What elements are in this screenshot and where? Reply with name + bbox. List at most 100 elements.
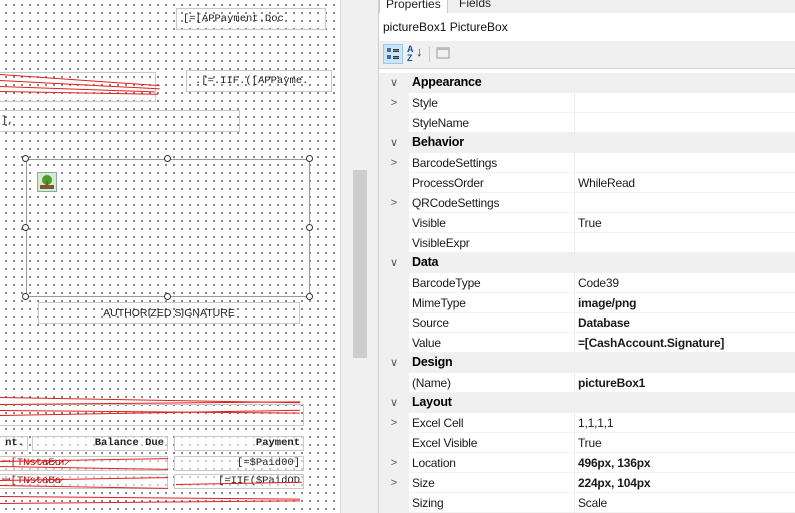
row-gutter [379,213,409,233]
property-row-style[interactable]: > Style [379,93,795,113]
alphabetical-icon[interactable]: A Z ↓ [405,44,425,64]
category-design[interactable]: ∨ Design [379,353,795,373]
column-separator [574,193,575,213]
properties-toolbar: A Z ↓ [379,41,795,69]
property-row-stylename[interactable]: StyleName [379,113,795,133]
expand-chevron-icon[interactable]: > [387,155,401,171]
column-separator [574,233,575,253]
column-separator [574,453,575,473]
iif-expression-textbox[interactable]: .[=.IIF.([APPayme. [186,70,332,92]
property-name: Excel Cell [412,416,464,430]
resize-handle-br[interactable] [306,293,313,300]
property-row-name[interactable]: (Name) pictureBox1 [379,373,795,393]
property-name: Excel Visible [412,436,478,450]
column-separator [574,373,575,393]
collapse-chevron-icon[interactable]: ∨ [387,135,401,151]
categorized-icon[interactable] [383,44,403,64]
payment-doc-textbox[interactable]: [=[APPayment.Doc [176,8,326,30]
property-row-barcodetype[interactable]: BarcodeType Code39 [379,273,795,293]
property-row-barcodesettings[interactable]: > BarcodeSettings [379,153,795,173]
expand-chevron-icon[interactable]: > [387,415,401,431]
property-row-sizing[interactable]: Sizing Scale [379,493,795,513]
header-amount: nt. [0,436,28,451]
resize-handle-tm[interactable] [164,155,171,162]
resize-handle-bm[interactable] [164,293,171,300]
object-selector-dropdown[interactable]: pictureBox1 PictureBox [379,13,795,42]
column-separator [574,413,575,433]
property-value[interactable]: True [578,216,602,230]
collapse-chevron-icon[interactable]: ∨ [387,355,401,371]
property-value[interactable]: Scale [578,496,607,510]
property-row-excel-cell[interactable]: > Excel Cell 1,1,1,1 [379,413,795,433]
authorized-signature-textbox[interactable]: AUTHORIZED SIGNATURE [38,302,300,324]
row-gutter [379,173,409,193]
property-value[interactable]: image/png [578,296,636,310]
pane-splitter[interactable] [340,0,379,513]
row1-payment-cell: [=$Paid00] [174,456,304,471]
column-separator [574,213,575,233]
property-row-size[interactable]: > Size 224px, 104px [379,473,795,493]
report-designer-surface[interactable]: [=[APPayment.Doc .[=.IIF.([APPayme. ], A… [0,0,340,513]
property-value[interactable]: WhileRead [578,176,635,190]
tab-fields[interactable]: Fields [453,0,497,12]
column-separator [574,473,575,493]
property-value[interactable]: Code39 [578,276,619,290]
resize-handle-ml[interactable] [22,224,29,231]
designer-vertical-scrollbar[interactable] [351,18,369,513]
property-value[interactable]: 1,1,1,1 [578,416,614,430]
category-label: Layout [412,395,452,409]
scrollbar-thumb[interactable] [353,170,367,358]
property-value[interactable]: Database [578,316,630,330]
property-row-qrcodesettings[interactable]: > QRCodeSettings [379,193,795,213]
resize-handle-tr[interactable] [306,155,313,162]
property-value[interactable]: 496px, 136px [578,456,651,470]
column-separator [574,293,575,313]
panel-tabs: Properties Fields [379,0,795,13]
property-name: Source [412,316,449,330]
property-value[interactable]: =[CashAccount.Signature] [578,336,724,350]
expand-chevron-icon[interactable]: > [387,95,401,111]
category-appearance[interactable]: ∨ Appearance [379,73,795,93]
expand-chevron-icon[interactable]: > [387,195,401,211]
picturebox1-selected[interactable] [26,159,310,297]
tab-properties[interactable]: Properties [379,0,448,13]
category-layout[interactable]: ∨ Layout [379,393,795,413]
authorized-signature-label: AUTHORIZED SIGNATURE [103,307,235,319]
property-row-excel-visible[interactable]: Excel Visible True [379,433,795,453]
resize-handle-bl[interactable] [22,293,29,300]
property-row-source[interactable]: Source Database [379,313,795,333]
expand-chevron-icon[interactable]: > [387,475,401,491]
resize-handle-mr[interactable] [306,224,313,231]
property-row-visibleexpr[interactable]: VisibleExpr [379,233,795,253]
property-row-location[interactable]: > Location 496px, 136px [379,453,795,473]
property-value[interactable]: 224px, 104px [578,476,651,490]
column-separator [574,333,575,353]
property-row-visible[interactable]: Visible True [379,213,795,233]
collapse-chevron-icon[interactable]: ∨ [387,75,401,91]
property-value[interactable]: True [578,436,602,450]
property-name: Value [412,336,441,350]
property-value[interactable]: pictureBox1 [578,376,645,390]
property-row-mimetype[interactable]: MimeType image/png [379,293,795,313]
column-separator [574,153,575,173]
row-gutter [379,373,409,393]
property-row-value[interactable]: Value =[CashAccount.Signature] [379,333,795,353]
collapse-chevron-icon[interactable]: ∨ [387,395,401,411]
row-gutter [379,313,409,333]
property-pages-icon[interactable] [433,44,453,64]
row-gutter [379,333,409,353]
column-separator [574,313,575,333]
category-label: Data [412,255,439,269]
row-gutter [379,493,409,513]
bracket-textbox[interactable]: ], [0,110,240,132]
category-data[interactable]: ∨ Data [379,253,795,273]
property-name: BarcodeSettings [412,156,498,170]
collapse-chevron-icon[interactable]: ∨ [387,255,401,271]
iif-expr: .[=.IIF.([APPayme. [195,75,309,87]
category-behavior[interactable]: ∨ Behavior [379,133,795,153]
column-separator [574,493,575,513]
property-name: VisibleExpr [412,236,470,250]
resize-handle-tl[interactable] [22,155,29,162]
property-row-processorder[interactable]: ProcessOrder WhileRead [379,173,795,193]
expand-chevron-icon[interactable]: > [387,455,401,471]
